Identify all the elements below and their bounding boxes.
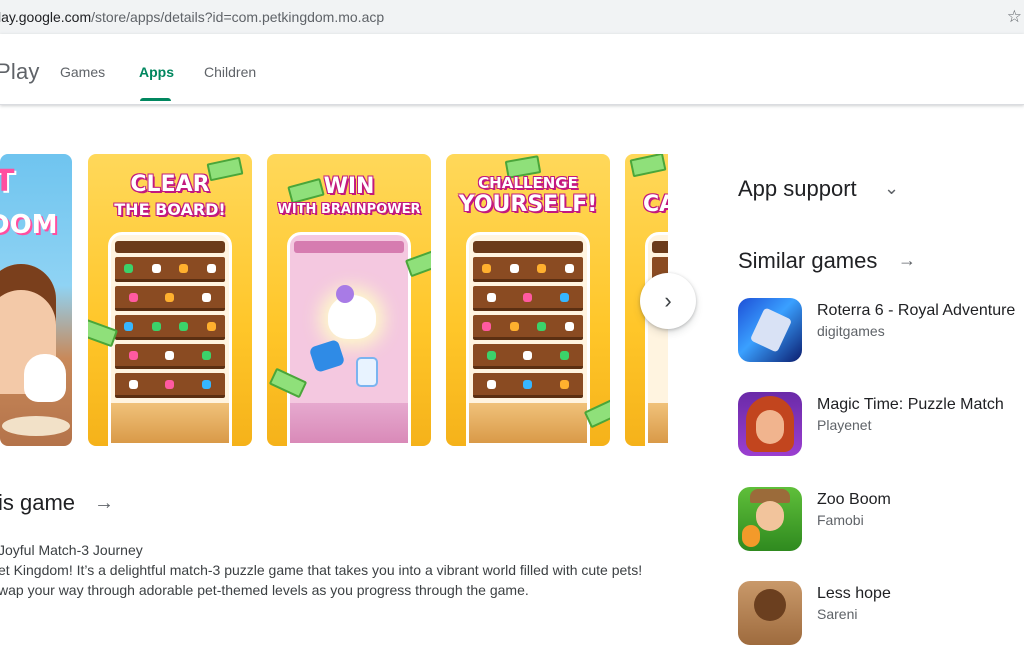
promo-title-fragment: T xyxy=(0,164,15,199)
promo-plate-illustration xyxy=(2,416,70,436)
similar-games-heading[interactable]: Similar games xyxy=(738,248,877,274)
game-developer: Sareni xyxy=(817,606,858,622)
screenshot-carousel[interactable]: T DOM CLEAR THE BOARD! WIN WITH BRAINPOW… xyxy=(0,154,668,446)
url-text[interactable]: lay.google.com/store/apps/details?id=com… xyxy=(0,9,384,25)
screenshot-banner-line1: WIN xyxy=(323,174,375,199)
game-name: Zoo Boom xyxy=(817,491,891,508)
similar-game-item[interactable]: Magic Time: Puzzle Match Playenet xyxy=(738,392,1024,456)
url-path: /store/apps/details?id=com.petkingdom.mo… xyxy=(91,9,385,25)
play-brand-logo[interactable]: Play xyxy=(0,59,40,85)
unicorn-illustration xyxy=(328,285,376,339)
about-this-game-heading[interactable]: is game xyxy=(0,490,75,516)
chevron-right-icon: › xyxy=(664,288,672,313)
milk-bottle-illustration xyxy=(356,357,378,387)
game-developer: Playenet xyxy=(817,417,872,433)
screenshot-promo[interactable]: T DOM xyxy=(0,154,72,446)
screenshot-banner-line1: CLEAR xyxy=(130,172,210,197)
screenshot-banner-line2: THE BOARD! xyxy=(114,200,226,219)
game-name: Roterra 6 - Royal Adventure xyxy=(817,302,1016,319)
url-host: lay.google.com xyxy=(0,9,92,25)
game-icon-zoo-boom xyxy=(738,487,802,551)
similar-game-item[interactable]: Zoo Boom Famobi xyxy=(738,487,1024,551)
tab-children[interactable]: Children xyxy=(204,64,256,80)
tab-games[interactable]: Games xyxy=(60,64,105,80)
screenshot-banner-line2: WITH BRAINPOWER xyxy=(277,202,421,217)
cash-decoration xyxy=(629,154,667,178)
play-header: Play Games Apps Children xyxy=(0,34,1024,105)
game-name: Magic Time: Puzzle Match xyxy=(817,396,1004,413)
paw-box-illustration xyxy=(308,339,346,373)
game-developer: Famobi xyxy=(817,512,864,528)
bookmark-star-icon[interactable]: ☆ xyxy=(1007,7,1022,27)
arrow-right-icon[interactable]: → xyxy=(94,492,114,515)
description-line: et Kingdom! It’s a delightful match-3 pu… xyxy=(0,562,643,578)
description-line: wap your way through adorable pet-themed… xyxy=(0,582,529,598)
screenshot-challenge-yourself[interactable]: CHALLENGE YOURSELF! xyxy=(446,154,610,446)
carousel-next-button[interactable]: › xyxy=(640,273,696,329)
app-support-heading[interactable]: App support xyxy=(738,176,857,202)
phone-unicorn-reward xyxy=(287,232,411,446)
phone-gameplay xyxy=(108,232,232,446)
phone-gameplay xyxy=(645,232,668,446)
tab-apps[interactable]: Apps xyxy=(139,64,174,80)
chevron-down-icon[interactable]: ⌄ xyxy=(884,178,899,199)
game-name: Less hope xyxy=(817,585,891,602)
promo-cat-illustration xyxy=(24,354,66,402)
game-icon-magic-time xyxy=(738,392,802,456)
screenshot-banner-line1: CA xyxy=(643,192,668,217)
screenshot-win-with-brainpower[interactable]: WIN WITH BRAINPOWER xyxy=(267,154,431,446)
browser-url-bar[interactable]: lay.google.com/store/apps/details?id=com… xyxy=(0,0,1024,34)
arrow-right-icon[interactable]: → xyxy=(898,250,916,271)
active-tab-indicator xyxy=(140,98,171,101)
similar-game-item[interactable]: Roterra 6 - Royal Adventure digitgames xyxy=(738,298,1024,362)
promo-title-word: DOM xyxy=(0,210,58,240)
screenshot-banner-line2: YOURSELF! xyxy=(458,192,598,217)
game-developer: digitgames xyxy=(817,323,885,339)
phone-gameplay xyxy=(466,232,590,446)
similar-game-item[interactable]: Less hope Sareni xyxy=(738,581,1024,645)
game-icon-less-hope xyxy=(738,581,802,645)
screenshot-clear-the-board[interactable]: CLEAR THE BOARD! xyxy=(88,154,252,446)
game-icon-roterra xyxy=(738,298,802,362)
description-line: Joyful Match-3 Journey xyxy=(0,542,143,558)
screenshot-banner-line1: CHALLENGE xyxy=(478,174,578,192)
